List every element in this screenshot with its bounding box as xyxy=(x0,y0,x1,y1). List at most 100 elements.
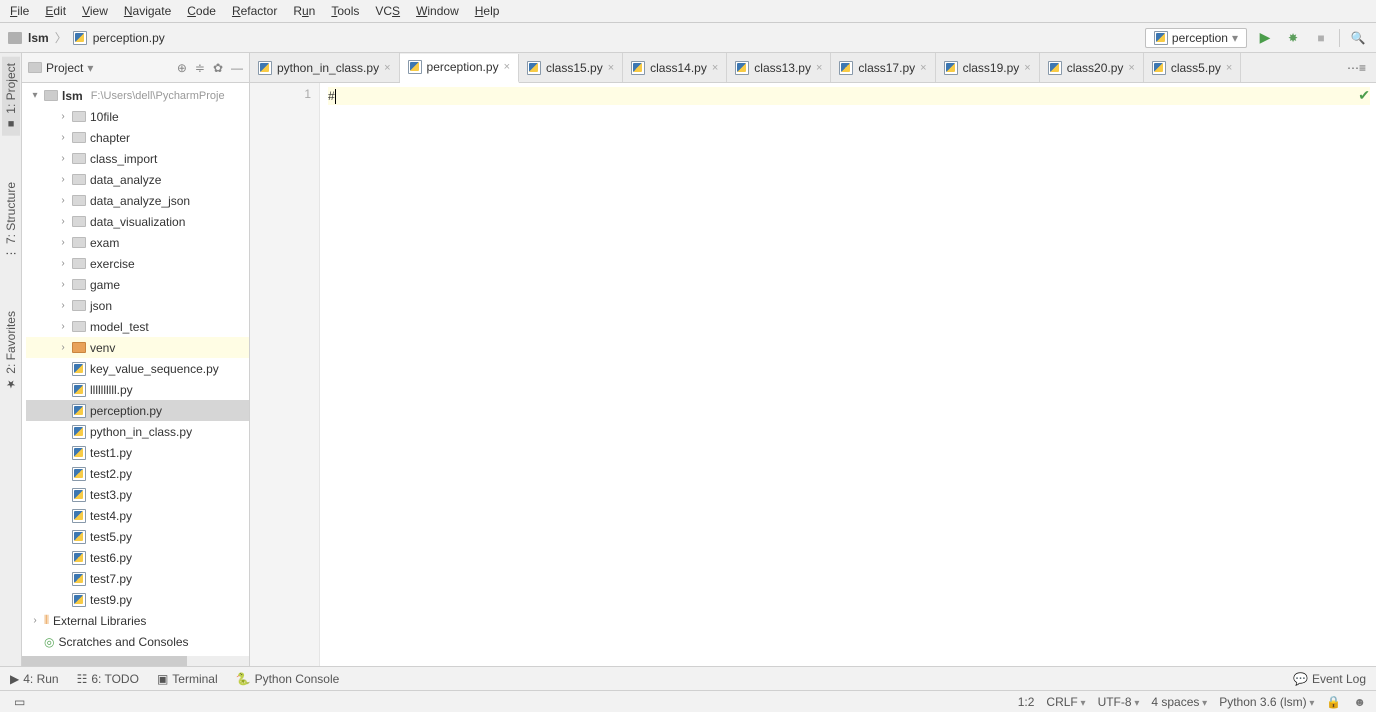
tabs-overflow-icon[interactable]: ⋯≡ xyxy=(1341,61,1372,75)
collapse-icon[interactable]: ≑ xyxy=(195,61,205,75)
menu-view[interactable]: View xyxy=(82,4,108,18)
tree-external-libraries[interactable]: ›⫴ External Libraries xyxy=(26,610,249,631)
inspection-ok-icon[interactable]: ✔ xyxy=(1358,87,1370,104)
editor-tab-class19-py[interactable]: class19.py× xyxy=(936,53,1040,82)
tab-label: class14.py xyxy=(650,61,707,75)
run-config-selector[interactable]: perception ▾ xyxy=(1145,28,1247,48)
run-button[interactable]: ▶ xyxy=(1255,28,1275,48)
editor-tab-class14-py[interactable]: class14.py × xyxy=(623,53,727,82)
tree-folder-venv[interactable]: › venv xyxy=(26,337,249,358)
close-tab-icon[interactable]: × xyxy=(1128,62,1134,74)
project-pane-header: Project ▾ ⊕ ≑ ✿ — xyxy=(22,53,249,83)
editor-tab-class5-py[interactable]: class5.py× xyxy=(1144,53,1241,82)
menu-help[interactable]: Help xyxy=(475,4,500,18)
close-tab-icon[interactable]: × xyxy=(816,62,822,74)
breadcrumb-root[interactable]: lsm xyxy=(28,31,49,45)
tree-folder-class_import[interactable]: › class_import xyxy=(26,148,249,169)
editor-tab-class15-py[interactable]: class15.py× xyxy=(519,53,623,82)
file-encoding[interactable]: UTF-8 xyxy=(1098,695,1140,709)
code-editor[interactable]: 1 # ✔ xyxy=(250,83,1376,666)
tree-folder-model_test[interactable]: › model_test xyxy=(26,316,249,337)
tree-folder-game[interactable]: › game xyxy=(26,274,249,295)
editor-tab-class13-py[interactable]: class13.py× xyxy=(727,53,831,82)
interpreter-selector[interactable]: Python 3.6 (lsm) xyxy=(1219,695,1314,709)
tree-folder-data_analyze[interactable]: › data_analyze xyxy=(26,169,249,190)
close-tab-icon[interactable]: × xyxy=(920,62,926,74)
close-tab-icon[interactable]: × xyxy=(384,62,390,74)
editor-gutter: 1 xyxy=(250,83,320,666)
close-tab-icon[interactable]: × xyxy=(608,62,614,74)
tree-file-python_in_class-py[interactable]: python_in_class.py xyxy=(26,421,249,442)
search-everywhere-button[interactable]: 🔍 xyxy=(1348,28,1368,48)
tree-file-test1-py[interactable]: test1.py xyxy=(26,442,249,463)
tree-file-test3-py[interactable]: test3.py xyxy=(26,484,249,505)
menu-code[interactable]: Code xyxy=(187,4,216,18)
tree-file-test5-py[interactable]: test5.py xyxy=(26,526,249,547)
project-pane-title[interactable]: Project xyxy=(46,61,83,75)
bottom-tool-stripe: ▶ 4: Run ☷ 6: TODO ▣ Terminal 🐍 Python C… xyxy=(0,666,1376,690)
hide-icon[interactable]: — xyxy=(231,61,243,75)
tree-folder-10file[interactable]: › 10file xyxy=(26,106,249,127)
hector-icon[interactable]: ☻ xyxy=(1353,695,1366,709)
lock-icon[interactable]: 🔒 xyxy=(1326,695,1341,709)
breadcrumb-file[interactable]: perception.py xyxy=(93,31,165,45)
chevron-down-icon[interactable]: ▾ xyxy=(87,61,93,75)
tree-folder-data_visualization[interactable]: › data_visualization xyxy=(26,211,249,232)
tree-folder-chapter[interactable]: › chapter xyxy=(26,127,249,148)
menu-window[interactable]: Window xyxy=(416,4,459,18)
tool-tab-structure[interactable]: ⋮ 7: Structure xyxy=(2,176,20,265)
locate-icon[interactable]: ⊕ xyxy=(177,61,187,75)
editor-content[interactable]: # xyxy=(320,83,1376,666)
tool-tab-project[interactable]: ■ 1: Project xyxy=(2,57,20,136)
line-separator[interactable]: CRLF xyxy=(1046,695,1085,709)
tree-file-perception-py[interactable]: perception.py xyxy=(26,400,249,421)
menu-edit[interactable]: Edit xyxy=(45,4,66,18)
editor-tab-python_in_class-py[interactable]: python_in_class.py× xyxy=(250,53,400,82)
tool-tab-terminal[interactable]: ▣ Terminal xyxy=(157,672,218,686)
python-file-icon xyxy=(631,61,645,75)
tree-folder-data_analyze_json[interactable]: › data_analyze_json xyxy=(26,190,249,211)
tool-tab-python-console[interactable]: 🐍 Python Console xyxy=(236,672,340,686)
tree-file-key_value_sequence-py[interactable]: key_value_sequence.py xyxy=(26,358,249,379)
editor-tab-class20-py[interactable]: class20.py× xyxy=(1040,53,1144,82)
menu-vcs[interactable]: VCS xyxy=(375,4,400,18)
tree-file-llllllllll-py[interactable]: llllllllll.py xyxy=(26,379,249,400)
editor-tab-class17-py[interactable]: class17.py× xyxy=(831,53,935,82)
settings-gear-icon[interactable]: ✿ xyxy=(213,61,223,75)
close-tab-icon[interactable]: × xyxy=(712,62,718,74)
run-config-name: perception xyxy=(1172,31,1228,45)
tree-root[interactable]: ▾ lsmF:\Users\dell\PycharmProje xyxy=(26,85,249,106)
tree-file-test6-py[interactable]: test6.py xyxy=(26,547,249,568)
indent-setting[interactable]: 4 spaces xyxy=(1151,695,1207,709)
editor-tab-perception-py[interactable]: perception.py × xyxy=(400,54,519,83)
tab-label: perception.py xyxy=(427,60,499,74)
line-number: 1 xyxy=(250,87,311,101)
tree-file-test7-py[interactable]: test7.py xyxy=(26,568,249,589)
project-tree[interactable]: ▾ lsmF:\Users\dell\PycharmProje› 10file›… xyxy=(22,83,249,656)
horizontal-scrollbar[interactable] xyxy=(22,656,249,666)
menu-run[interactable]: Run xyxy=(293,4,315,18)
status-bar-icon[interactable]: ▭ xyxy=(10,695,25,709)
tree-folder-exam[interactable]: › exam xyxy=(26,232,249,253)
tree-file-test2-py[interactable]: test2.py xyxy=(26,463,249,484)
tool-tab-run[interactable]: ▶ 4: Run xyxy=(10,672,59,686)
tree-folder-exercise[interactable]: › exercise xyxy=(26,253,249,274)
cursor-position[interactable]: 1:2 xyxy=(1018,695,1035,709)
tree-file-test9-py[interactable]: test9.py xyxy=(26,589,249,610)
menu-tools[interactable]: Tools xyxy=(331,4,359,18)
tree-scratches[interactable]: ◎ Scratches and Consoles xyxy=(26,631,249,652)
menu-navigate[interactable]: Navigate xyxy=(124,4,171,18)
close-tab-icon[interactable]: × xyxy=(1226,62,1232,74)
tree-file-test4-py[interactable]: test4.py xyxy=(26,505,249,526)
tool-tab-favorites[interactable]: ★ 2: Favorites xyxy=(2,305,20,397)
close-tab-icon[interactable]: × xyxy=(504,61,510,73)
close-tab-icon[interactable]: × xyxy=(1024,62,1030,74)
debug-button[interactable]: ✸ xyxy=(1283,28,1303,48)
code-text: # xyxy=(328,89,335,103)
menu-file[interactable]: File xyxy=(10,4,29,18)
event-log-button[interactable]: 💬 Event Log xyxy=(1293,672,1366,686)
tree-folder-json[interactable]: › json xyxy=(26,295,249,316)
menu-refactor[interactable]: Refactor xyxy=(232,4,277,18)
tool-tab-todo[interactable]: ☷ 6: TODO xyxy=(77,672,139,686)
python-file-icon xyxy=(735,61,749,75)
